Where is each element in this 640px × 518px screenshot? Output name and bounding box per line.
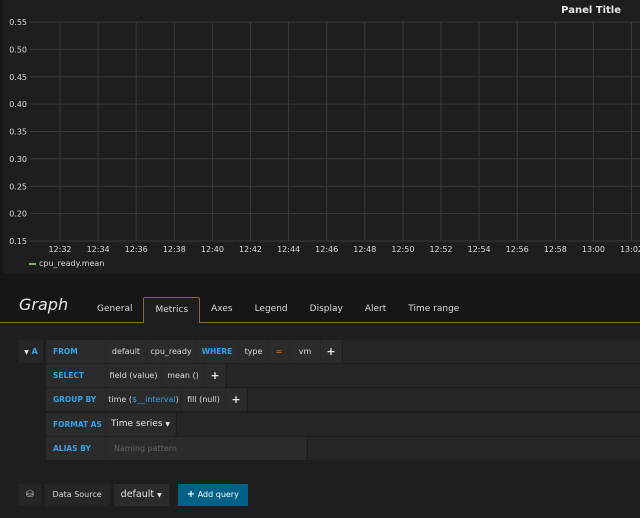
where-key-segment[interactable]: type — [239, 340, 268, 363]
where-value-segment[interactable]: vm — [290, 340, 320, 363]
add-query-button[interactable]: + Add query — [177, 484, 248, 506]
query-row-from: FROM default cpu_ready WHERE type = vm + — [46, 340, 640, 363]
caret-down-icon: ▼ — [165, 421, 171, 428]
select-label: SELECT — [46, 364, 105, 387]
query-ref-toggle[interactable]: ▼ A — [19, 340, 43, 363]
groupby-interval-var: $__interval — [132, 395, 176, 404]
y-tick-label: 0.50 — [9, 45, 27, 54]
groupby-label: GROUP BY — [46, 388, 105, 411]
add-groupby-button[interactable]: + — [226, 388, 246, 411]
add-where-button[interactable]: + — [321, 340, 341, 363]
datasource-bar: ⛁ Data Source default ▼ + Add query — [19, 484, 248, 506]
groupby-time-prefix: time ( — [108, 395, 133, 404]
query-ref-id: A — [31, 347, 38, 356]
where-label: WHERE — [196, 340, 238, 363]
select-function-segment[interactable]: mean () — [162, 364, 204, 387]
groupby-fill-segment[interactable]: fill (null) — [182, 388, 225, 411]
tab-axes[interactable]: Axes — [200, 297, 243, 322]
row-filler — [307, 437, 640, 460]
x-tick-label: 12:38 — [163, 245, 186, 254]
y-tick-label: 0.35 — [9, 128, 27, 137]
x-tick-label: 12:50 — [391, 245, 414, 254]
select-field-segment[interactable]: field (value) — [106, 364, 161, 387]
caret-down-icon: ▼ — [24, 349, 29, 356]
y-tick-label: 0.40 — [9, 100, 27, 109]
database-icon: ⛁ — [26, 490, 34, 500]
query-row-groupby: GROUP BY time ($__interval) fill (null) … — [46, 388, 640, 411]
x-tick-label: 12:56 — [506, 245, 529, 254]
editor-header: Graph General Metrics Axes Legend Displa… — [0, 290, 640, 324]
datasource-value: default — [120, 489, 155, 500]
x-tick-label: 12:52 — [429, 245, 452, 254]
y-tick-label: 0.55 — [9, 18, 27, 27]
y-tick-label: 0.45 — [9, 73, 27, 82]
tab-legend[interactable]: Legend — [244, 297, 299, 322]
x-tick-label: 12:42 — [239, 245, 262, 254]
alias-label: ALIAS BY — [46, 437, 105, 460]
alias-input[interactable]: Naming pattern — [106, 437, 306, 460]
query-row-alias: ALIAS BY Naming pattern — [46, 437, 640, 460]
datasource-label: Data Source — [44, 484, 110, 506]
plus-icon: + — [186, 489, 196, 500]
row-filler — [342, 340, 640, 363]
chart: 0.55 0.50 0.45 0.40 0.35 0.30 0.25 0.20 0.15 12:3… — [9, 18, 640, 254]
query-row-format: FORMAT AS Time series ▼ — [46, 413, 640, 436]
caret-down-icon: ▼ — [157, 492, 162, 499]
x-tick-label: 12:40 — [201, 245, 224, 254]
x-tick-label: 12:46 — [315, 245, 338, 254]
x-tick-label: 12:58 — [544, 245, 567, 254]
series-color-swatch — [29, 262, 36, 265]
from-label: FROM — [46, 340, 105, 363]
datasource-icon-button[interactable]: ⛁ — [19, 484, 41, 506]
panel-title[interactable]: Panel Title — [561, 5, 621, 16]
x-tick-label: 13:00 — [582, 245, 605, 254]
where-operator-segment[interactable]: = — [269, 340, 289, 363]
datasource-select[interactable]: default ▼ — [113, 484, 169, 506]
add-select-button[interactable]: + — [205, 364, 225, 387]
tab-time-range[interactable]: Time range — [397, 297, 470, 322]
x-tick-label: 13:02 — [620, 245, 640, 254]
row-filler — [176, 413, 640, 436]
tab-display[interactable]: Display — [299, 297, 354, 322]
measurement-segment[interactable]: cpu_ready — [147, 340, 195, 363]
y-tick-label: 0.20 — [9, 210, 27, 219]
format-label: FORMAT AS — [46, 413, 105, 436]
legend-label: cpu_ready.mean — [39, 259, 105, 268]
format-select[interactable]: Time series ▼ — [106, 413, 175, 436]
editor-tabs: General Metrics Axes Legend Display Aler… — [86, 297, 470, 324]
y-tick-label: 0.30 — [9, 155, 27, 164]
x-tick-label: 12:36 — [125, 245, 148, 254]
y-tick-label: 0.25 — [9, 182, 27, 191]
tab-metrics[interactable]: Metrics — [143, 297, 201, 324]
row-filler — [226, 364, 640, 387]
groupby-time-segment[interactable]: time ($__interval) — [106, 388, 181, 411]
x-tick-label: 12:48 — [353, 245, 376, 254]
tab-general[interactable]: General — [86, 297, 143, 322]
legend-item[interactable]: cpu_ready.mean — [29, 259, 104, 268]
y-tick-label: 0.15 — [9, 237, 27, 246]
tab-alert[interactable]: Alert — [354, 297, 397, 322]
row-filler — [247, 388, 640, 411]
retention-policy-segment[interactable]: default — [106, 340, 146, 363]
x-tick-label: 12:54 — [468, 245, 491, 254]
x-tick-label: 12:32 — [48, 245, 71, 254]
add-query-label: Add query — [197, 490, 239, 499]
query-row-select: SELECT field (value) mean () + — [46, 364, 640, 387]
x-tick-label: 12:34 — [87, 245, 110, 254]
x-tick-label: 12:44 — [277, 245, 300, 254]
editor-title: Graph — [19, 295, 69, 314]
format-value: Time series — [110, 419, 163, 429]
groupby-time-suffix: ) — [175, 395, 179, 404]
graph-panel: 0.55 0.50 0.45 0.40 0.35 0.30 0.25 0.20 0.15 12:3… — [3, 0, 640, 274]
